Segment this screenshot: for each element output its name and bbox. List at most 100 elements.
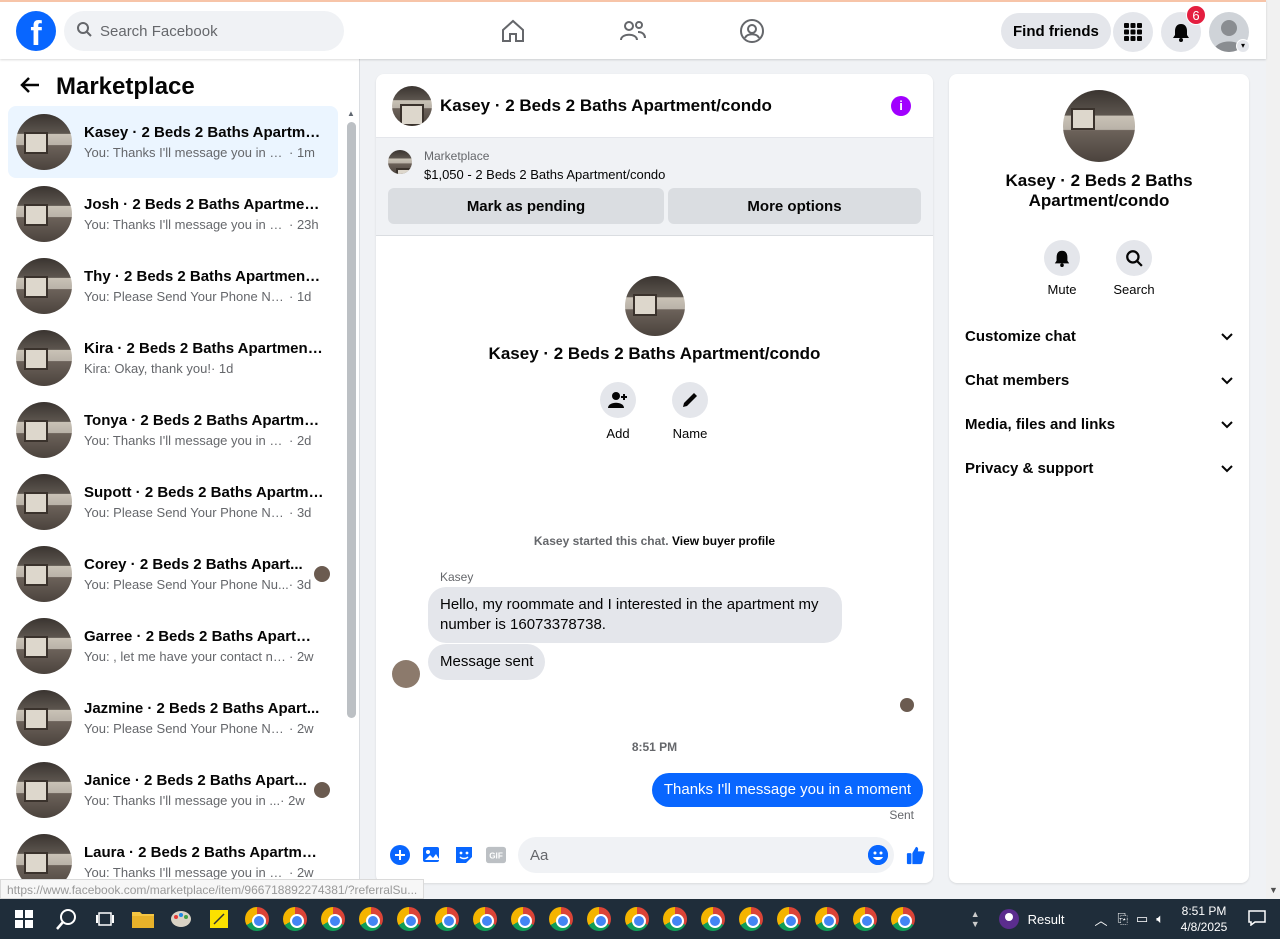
info-section-toggle[interactable]: Media, files and links (965, 404, 1233, 444)
scroll-up-arrow-icon[interactable]: ▲ (347, 109, 355, 118)
windows-start-icon[interactable] (0, 899, 48, 939)
info-section-label: Customize chat (965, 327, 1076, 345)
search-box[interactable] (64, 11, 344, 51)
pencil-icon (672, 382, 708, 418)
chrome-taskbar-icon[interactable] (770, 899, 808, 939)
more-options-button[interactable]: More options (668, 188, 921, 224)
volume-icon[interactable]: 🔈︎ (1156, 911, 1164, 927)
conversation-item[interactable]: Kasey · 2 Beds 2 Baths Apartme... You: Th… (8, 106, 338, 178)
thumbs-up-icon[interactable] (906, 845, 926, 865)
conversation-item[interactable]: Josh · 2 Beds 2 Baths Apartment... You: T… (8, 178, 338, 250)
conversation-item[interactable]: Supott · 2 Beds 2 Baths Apartme... You: P… (8, 466, 338, 538)
taskbar-search-icon[interactable] (48, 899, 86, 939)
chat-title: Kasey · 2 Beds 2 Baths Apartment/condo (440, 95, 772, 115)
emoji-icon[interactable] (868, 845, 888, 865)
chrome-taskbar-icon[interactable] (846, 899, 884, 939)
conversation-item[interactable]: Thy · 2 Beds 2 Baths Apartment/... You: P… (8, 250, 338, 322)
chrome-taskbar-icon[interactable] (352, 899, 390, 939)
account-chevron-icon[interactable]: ▾ (1236, 39, 1250, 53)
chrome-icon (853, 907, 877, 931)
gif-icon[interactable]: GIF (486, 845, 506, 865)
home-icon[interactable] (498, 16, 528, 46)
conversation-text: Garree · 2 Beds 2 Baths Apartme... You: ,… (84, 628, 324, 664)
info-icon[interactable]: i (891, 96, 911, 116)
back-arrow-icon[interactable] (20, 74, 44, 100)
listing-thumbnail[interactable] (388, 150, 412, 174)
message-input[interactable] (530, 846, 850, 864)
sticky-notes-icon[interactable] (200, 899, 238, 939)
chrome-taskbar-icon[interactable] (390, 899, 428, 939)
chrome-icon (701, 907, 725, 931)
conversation-title: Thy · 2 Beds 2 Baths Apartment/... (84, 268, 324, 285)
chrome-taskbar-icon[interactable] (808, 899, 846, 939)
conversation-avatar (16, 474, 72, 530)
chrome-taskbar-icon[interactable] (314, 899, 352, 939)
conversation-item[interactable]: Janice · 2 Beds 2 Baths Apart... You: Tha… (8, 754, 338, 826)
chrome-taskbar-icon[interactable] (580, 899, 618, 939)
facebook-logo[interactable]: f (16, 11, 56, 51)
search-action[interactable]: Search (1104, 240, 1164, 297)
chrome-taskbar-icon[interactable] (618, 899, 656, 939)
chrome-taskbar-icon[interactable] (276, 899, 314, 939)
info-section-toggle[interactable]: Chat members (965, 360, 1233, 400)
chrome-taskbar-icon[interactable] (542, 899, 580, 939)
info-section-toggle[interactable]: Privacy & support (965, 448, 1233, 488)
chrome-taskbar-icon[interactable] (694, 899, 732, 939)
conversation-text: Josh · 2 Beds 2 Baths Apartment... You: T… (84, 196, 324, 232)
conversation-item[interactable]: Tonya · 2 Beds 2 Baths Apartme... You: Th… (8, 394, 338, 466)
scroll-down-arrow-icon[interactable]: ▼ (1269, 885, 1278, 895)
photo-icon[interactable] (422, 845, 442, 865)
intro-name: Kasey · 2 Beds 2 Baths Apartment/condo (488, 344, 821, 363)
message-input-box[interactable] (518, 837, 894, 873)
result-app-icon[interactable] (998, 908, 1020, 930)
edit-name-action[interactable]: Name (655, 382, 725, 441)
task-view-icon[interactable] (86, 899, 124, 939)
paint-icon[interactable] (162, 899, 200, 939)
incoming-message[interactable]: Message sent (428, 644, 546, 680)
system-clock[interactable]: 8:51 PM 4/8/2025 (1168, 903, 1240, 935)
plus-circle-icon[interactable] (390, 845, 410, 865)
view-buyer-profile-link[interactable]: View buyer profile (672, 534, 775, 548)
conversation-preview: Kira: Okay, thank you! · 1d (84, 361, 324, 376)
conversation-time: · 23h (289, 217, 319, 232)
add-person-action[interactable]: Add (583, 382, 653, 441)
mute-action[interactable]: Mute (1032, 240, 1092, 297)
info-section-toggle[interactable]: Customize chat (965, 316, 1233, 356)
mark-as-pending-button[interactable]: Mark as pending (388, 188, 664, 224)
incoming-message[interactable]: Hello, my roommate and I interested in t… (428, 587, 842, 643)
conversation-item[interactable]: Garree · 2 Beds 2 Baths Apartme... You: ,… (8, 610, 338, 682)
display-icon[interactable]: ▭ (1136, 911, 1148, 927)
chrome-taskbar-icon[interactable] (238, 899, 276, 939)
file-explorer-icon[interactable] (124, 899, 162, 939)
chrome-taskbar-icon[interactable] (466, 899, 504, 939)
tray-scroll-icon[interactable]: ▲ ▼ (971, 909, 980, 929)
sticker-icon[interactable] (454, 845, 474, 865)
conversation-text: Supott · 2 Beds 2 Baths Apartme... You: P… (84, 484, 324, 520)
chrome-icon (663, 907, 687, 931)
find-friends-button[interactable]: Find friends (1001, 13, 1111, 49)
tray-chevron-icon[interactable]: ︿ (1094, 910, 1107, 929)
chrome-taskbar-icon[interactable] (656, 899, 694, 939)
chrome-taskbar-icon[interactable] (732, 899, 770, 939)
notification-center-icon[interactable] (1248, 909, 1266, 929)
menu-grid-icon[interactable] (1113, 12, 1153, 52)
chrome-taskbar-icon[interactable] (428, 899, 466, 939)
chrome-taskbar-icon[interactable] (884, 899, 922, 939)
listing-price-title[interactable]: $1,050 - 2 Beds 2 Baths Apartment/condo (424, 167, 665, 182)
chrome-taskbar-icon[interactable] (504, 899, 542, 939)
search-input[interactable] (100, 22, 320, 40)
outgoing-message[interactable]: Thanks I'll message you in a moment (651, 773, 923, 807)
result-app-label[interactable]: Result (1028, 912, 1065, 927)
sidebar-scrollbar[interactable] (347, 122, 356, 718)
page-scrollbar[interactable]: ▼ (1266, 0, 1280, 899)
mute-label: Mute (1047, 282, 1077, 297)
chat-header[interactable]: Kasey · 2 Beds 2 Baths Apartment/condo (376, 74, 933, 138)
sender-avatar[interactable] (392, 660, 420, 688)
conversation-item[interactable]: Jazmine · 2 Beds 2 Baths Apart... You: Pl… (8, 682, 338, 754)
friends-icon[interactable] (618, 16, 648, 46)
conversation-item[interactable]: Kira · 2 Beds 2 Baths Apartment... Kira: … (8, 322, 338, 394)
groups-icon[interactable] (737, 16, 767, 46)
conversation-text: Janice · 2 Beds 2 Baths Apart... You: Tha… (84, 772, 324, 808)
conversation-item[interactable]: Corey · 2 Beds 2 Baths Apart... You: Plea… (8, 538, 338, 610)
network-icon[interactable]: ⎘ (1117, 911, 1127, 927)
